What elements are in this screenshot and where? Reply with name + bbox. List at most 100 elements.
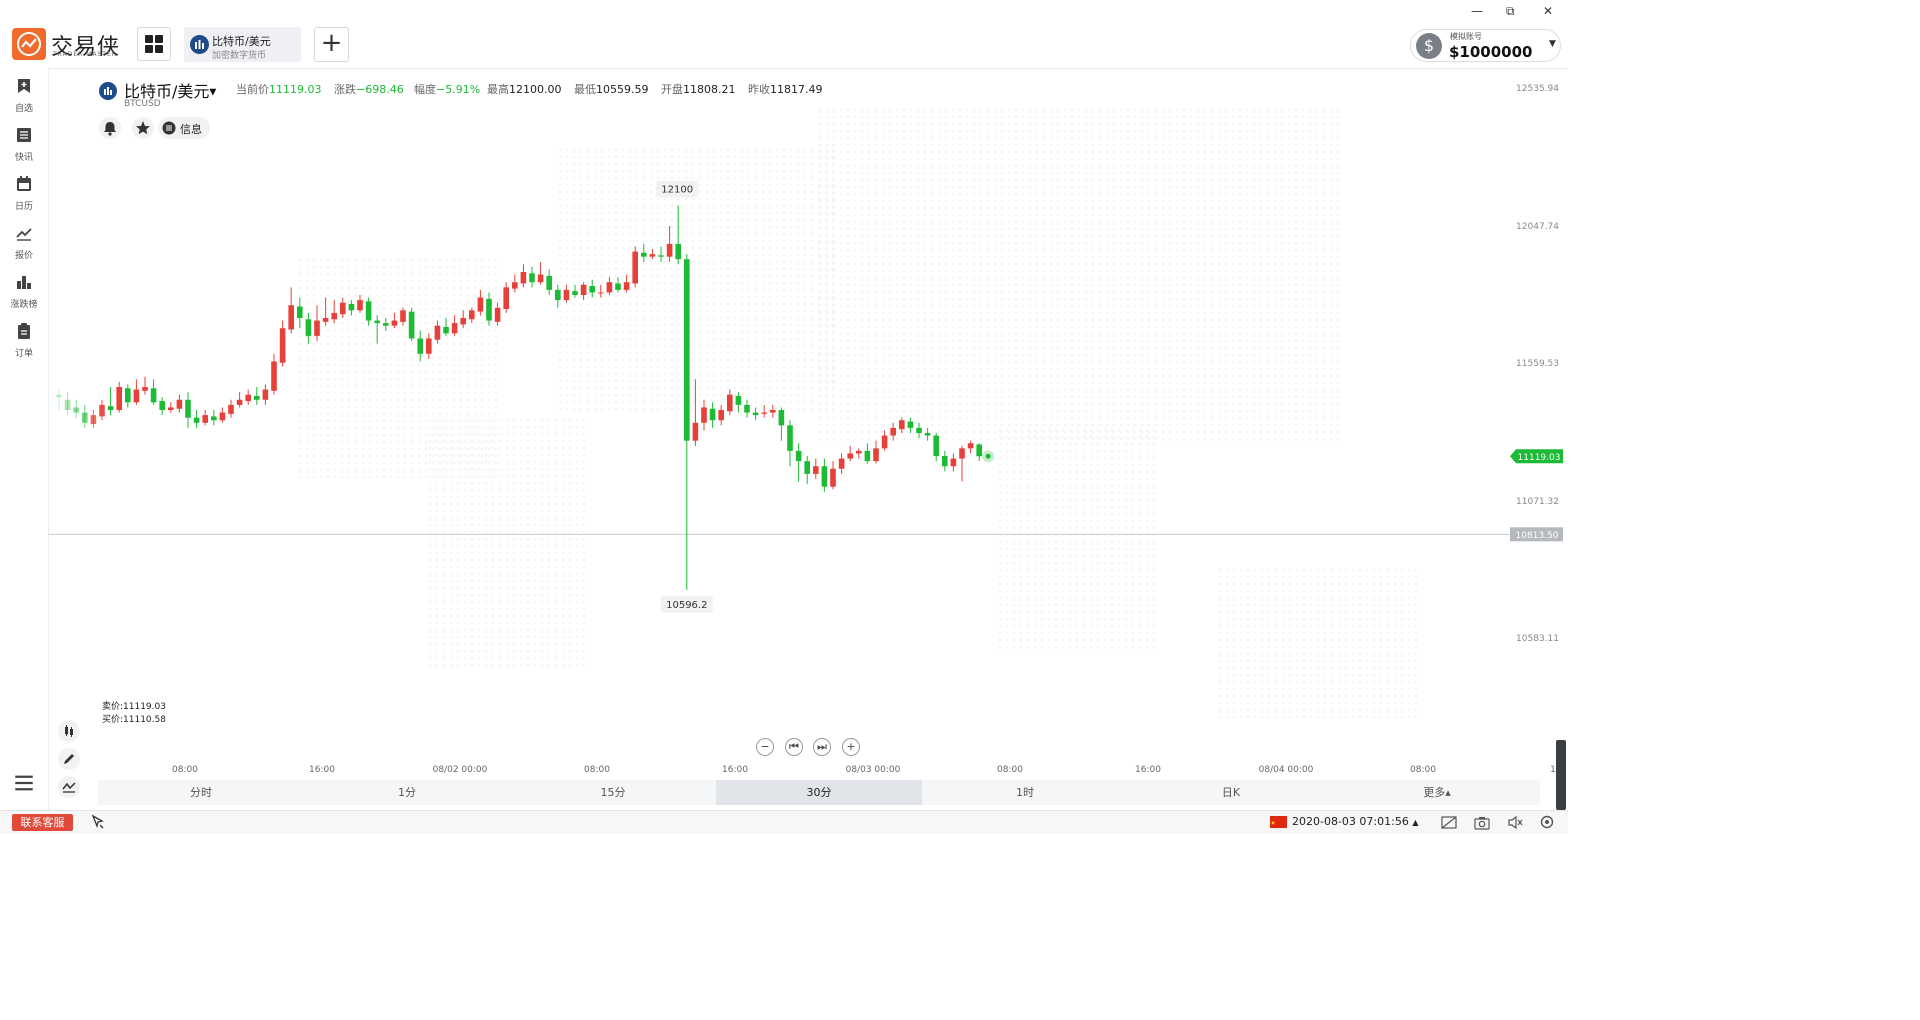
candle-body: [907, 421, 914, 428]
candle-body: [529, 273, 535, 283]
candle-body: [417, 338, 423, 354]
quote-item: 当前价11119.03: [236, 81, 322, 97]
candle-body: [632, 251, 638, 284]
candle-body: [503, 287, 509, 310]
timeframe-tab[interactable]: 日K: [1128, 780, 1334, 805]
minus-icon: −: [760, 740, 770, 753]
caret-up-icon: ▲: [1412, 818, 1419, 827]
candle-body: [348, 303, 355, 311]
candle-body: [649, 254, 656, 257]
quote-label: 涨跌: [334, 83, 356, 96]
cursor-tool-icon[interactable]: [90, 814, 106, 830]
chart-toggle-icon[interactable]: [1441, 815, 1457, 830]
candle-body: [623, 282, 630, 290]
candle-body: [116, 387, 122, 410]
candle-body: [168, 407, 174, 410]
x-tick-label: 08:00: [584, 765, 610, 775]
candle-body: [641, 252, 647, 257]
candlestick-icon: [65, 725, 73, 737]
quote-value: 12100.00: [509, 83, 562, 96]
candle-body: [314, 320, 320, 336]
jump-end-button[interactable]: ⏭: [813, 738, 831, 756]
candle-body: [279, 328, 286, 363]
timeframe-tab[interactable]: 30分: [716, 780, 922, 805]
candle-body: [537, 274, 544, 283]
timeframe-tab[interactable]: 更多▴: [1334, 780, 1540, 805]
candle-body: [580, 284, 587, 295]
candle-body: [107, 406, 114, 410]
candle-body: [99, 404, 105, 417]
sell-price: 卖价:11119.03: [102, 702, 166, 712]
caret-down-icon: ▼: [209, 87, 217, 98]
bell-icon: [104, 122, 116, 136]
y-tick-label: 11559.53: [1516, 359, 1559, 369]
candle-body: [718, 410, 724, 421]
candle-body: [271, 361, 277, 391]
x-tick-label: 08:00: [1410, 765, 1436, 775]
favorite-button[interactable]: [132, 117, 154, 139]
price-chart[interactable]: 12535.94 12047.74 11559.53 11071.32 10583.11…: [0, 0, 1568, 810]
candle-body: [142, 387, 148, 391]
candle-body: [374, 320, 380, 324]
candle-body: [847, 453, 853, 459]
x-tick-label: 1: [1550, 765, 1556, 775]
candle-body: [365, 301, 372, 321]
candle-body: [606, 282, 613, 293]
candle-body: [477, 297, 484, 312]
candle-body: [864, 450, 871, 462]
candle-body: [727, 394, 733, 412]
candle-body: [787, 425, 793, 451]
draw-tool-button[interactable]: [58, 748, 80, 770]
mute-icon[interactable]: [1507, 815, 1523, 830]
camera-icon[interactable]: [1474, 815, 1490, 830]
symbol-code: BTCUSD: [124, 99, 161, 109]
candle-type-button[interactable]: [58, 720, 80, 742]
customer-service-button[interactable]: 联系客服: [12, 814, 73, 831]
candle-body: [675, 243, 681, 260]
candle-body: [73, 407, 79, 413]
candle-body: [400, 310, 406, 322]
candle-body: [426, 338, 432, 354]
x-tick-label: 16:00: [1135, 765, 1161, 775]
indicator-button[interactable]: [58, 776, 80, 798]
quote-label: 最低: [574, 83, 596, 96]
quote-item: 开盘11808.21: [661, 81, 736, 97]
candle-body: [821, 466, 828, 487]
timeframe-tab[interactable]: 15分: [510, 780, 716, 805]
info-label: 信息: [180, 123, 202, 136]
buy-price: 买价:11110.58: [102, 715, 166, 725]
zoom-out-button[interactable]: −: [756, 738, 774, 756]
timeframe-tab[interactable]: 分时: [98, 780, 304, 805]
candle-body: [709, 408, 716, 421]
candle-body: [976, 444, 982, 457]
datetime-display: 2020-08-03 07:01:56 ▲: [1292, 815, 1418, 828]
candle-body: [176, 399, 183, 409]
candle-body: [159, 401, 165, 410]
settings-icon[interactable]: [1539, 814, 1555, 830]
timeframe-tab[interactable]: 1分: [304, 780, 510, 805]
candle-body: [838, 458, 845, 469]
candle-body: [950, 458, 957, 467]
candle-body: [658, 255, 664, 257]
plus-icon: +: [846, 740, 856, 753]
quote-value: 11817.49: [770, 83, 823, 96]
zoom-in-button[interactable]: +: [842, 738, 860, 756]
info-button[interactable]: 信息: [158, 117, 210, 139]
candle-body: [331, 312, 337, 320]
quote-value: −5.91%: [436, 83, 481, 96]
crosshair-price-label: 10813.50: [1516, 531, 1559, 541]
candle-body: [692, 422, 699, 441]
candle-body: [959, 448, 965, 459]
candle-body: [512, 282, 518, 289]
x-tick-label: 08/04 00:00: [1259, 765, 1314, 775]
candle-body: [297, 306, 303, 318]
quote-value: 10559.59: [596, 83, 649, 96]
candle-body: [752, 412, 759, 416]
jump-start-button[interactable]: ⏮: [785, 738, 803, 756]
candle-body: [684, 259, 690, 441]
candle-body: [322, 318, 329, 322]
candle-body: [357, 300, 363, 311]
candle-body: [856, 450, 862, 454]
timeframe-tab[interactable]: 1时: [922, 780, 1128, 805]
alert-button[interactable]: [99, 117, 121, 139]
